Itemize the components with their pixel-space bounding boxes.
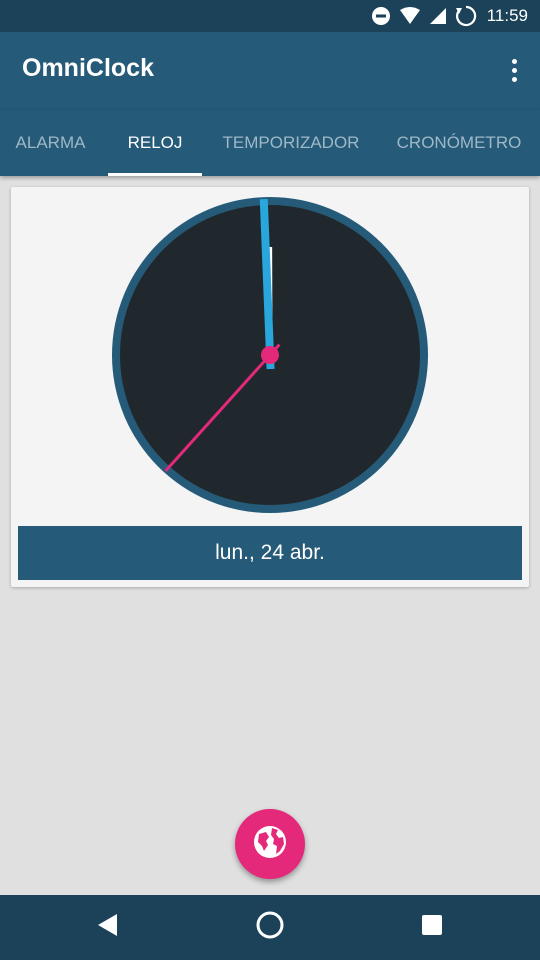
tab-alarma[interactable]: ALARMA bbox=[0, 110, 101, 176]
system-nav-bar bbox=[0, 895, 540, 960]
do-not-disturb-icon bbox=[371, 6, 391, 26]
back-button[interactable] bbox=[68, 895, 148, 960]
recents-button[interactable] bbox=[392, 895, 472, 960]
wifi-icon bbox=[399, 7, 421, 25]
sync-icon bbox=[455, 5, 477, 27]
globe-icon bbox=[252, 824, 288, 865]
date-label: lun., 24 abr. bbox=[18, 526, 522, 580]
world-clock-button[interactable] bbox=[235, 809, 305, 879]
analog-clock bbox=[112, 197, 428, 513]
app-bar: OmniClock bbox=[0, 32, 540, 110]
app-title: OmniClock bbox=[22, 54, 154, 82]
recents-icon bbox=[420, 913, 444, 942]
more-vert-icon[interactable] bbox=[502, 54, 526, 86]
tab-cronometro[interactable]: CRONÓMETRO bbox=[384, 110, 534, 176]
tab-indicator bbox=[108, 173, 202, 176]
tab-reloj[interactable]: RELOJ bbox=[108, 110, 202, 176]
tab-bar: ALARMA RELOJ TEMPORIZADOR CRONÓMETRO bbox=[0, 110, 540, 176]
status-time: 11:59 bbox=[486, 6, 528, 25]
clock-center-hub bbox=[261, 346, 279, 364]
status-icons: 11:59 bbox=[371, 0, 528, 32]
home-button[interactable] bbox=[230, 895, 310, 960]
status-bar: 11:59 bbox=[0, 0, 540, 32]
home-icon bbox=[255, 910, 285, 945]
back-icon bbox=[96, 912, 120, 943]
tab-temporizador[interactable]: TEMPORIZADOR bbox=[210, 110, 372, 176]
clock-card: lun., 24 abr. bbox=[11, 187, 529, 587]
signal-icon bbox=[429, 7, 447, 25]
